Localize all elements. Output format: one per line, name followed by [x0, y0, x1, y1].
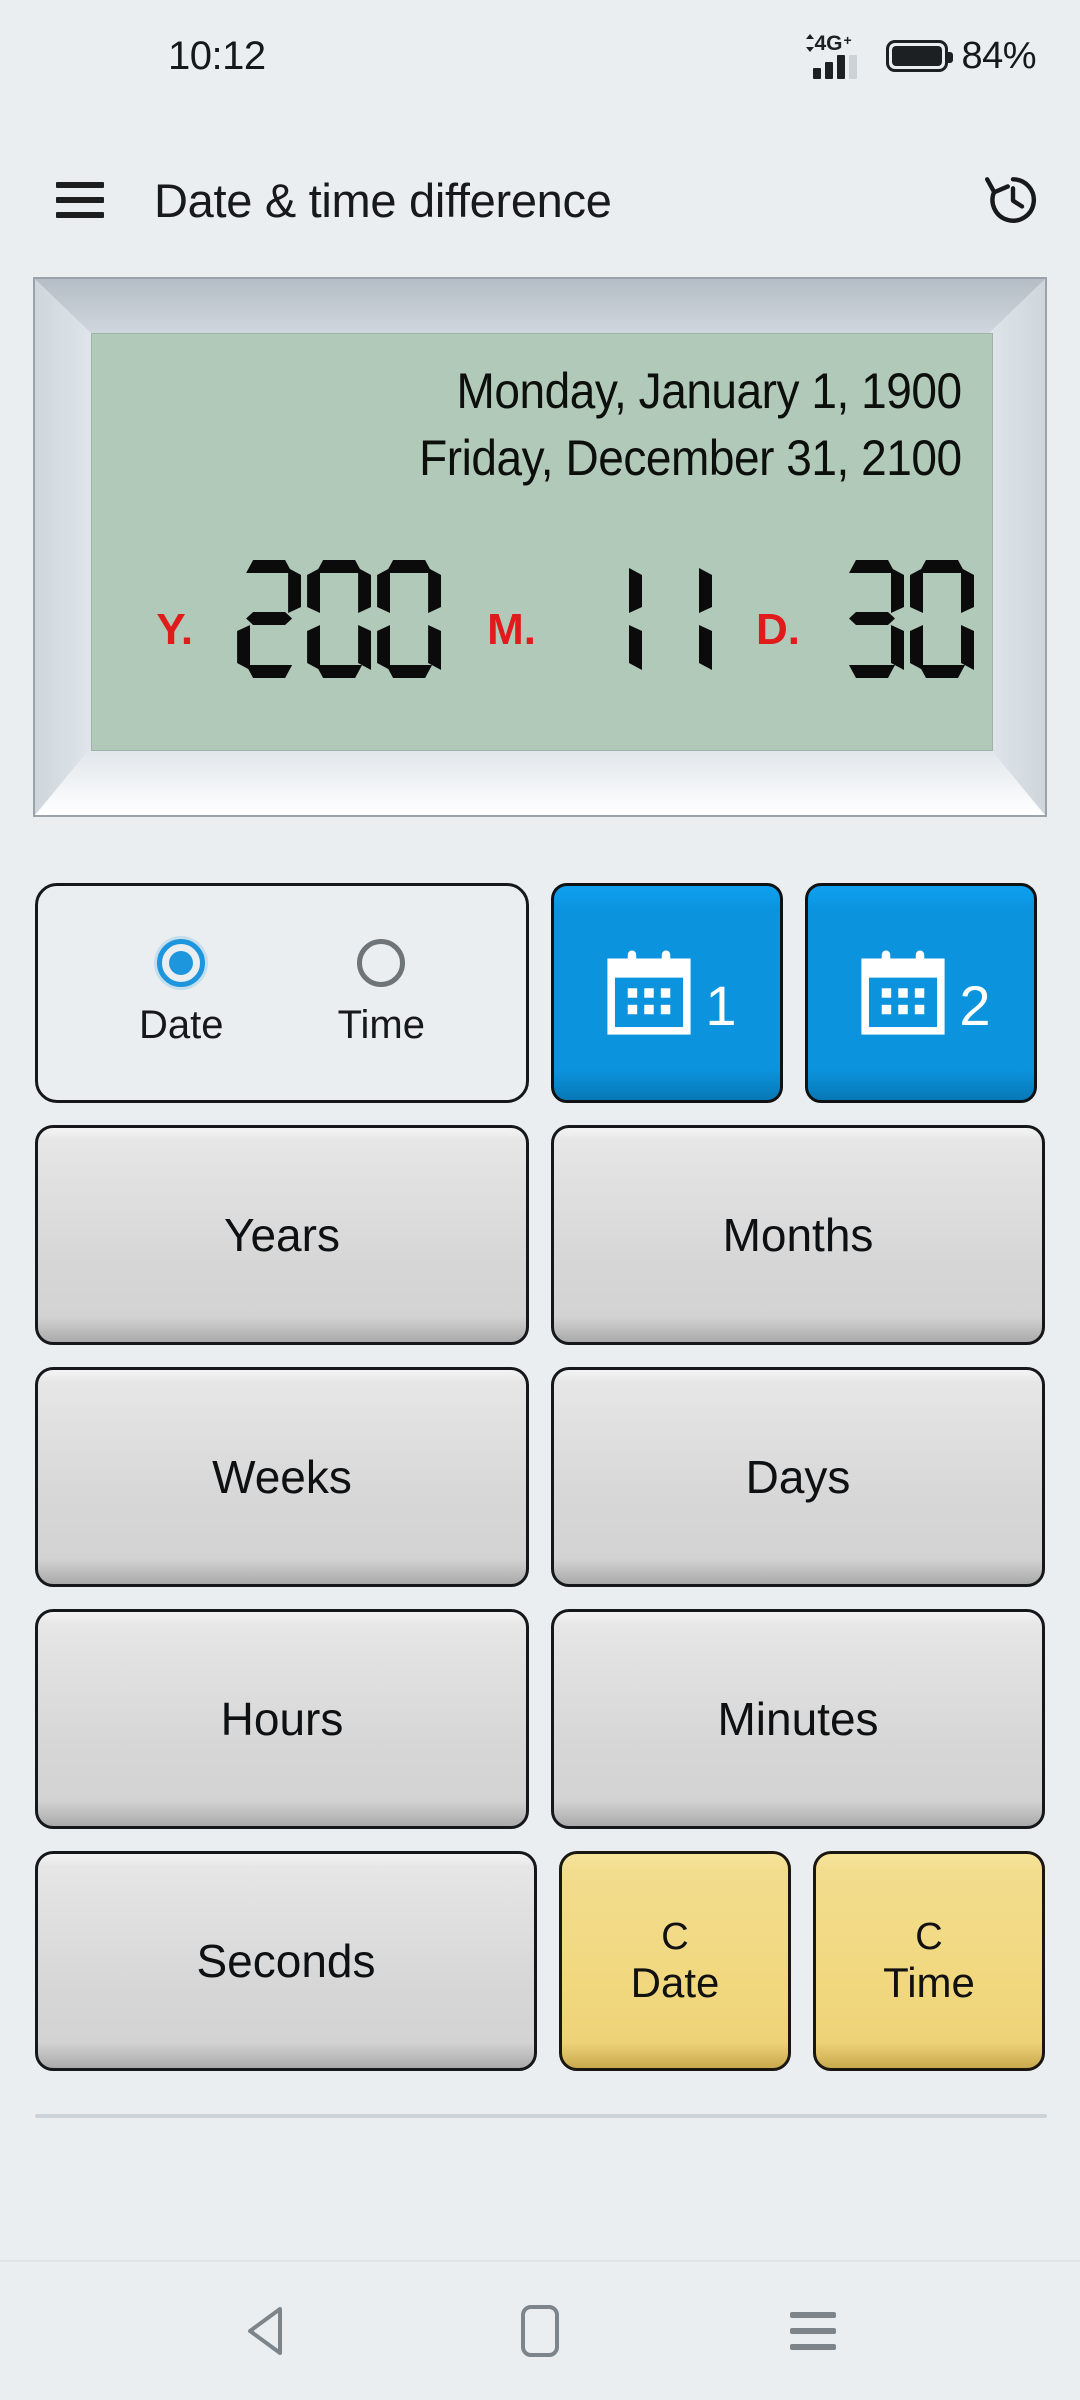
- mode-row: Date Time 1 2: [35, 883, 1045, 1103]
- months-unit-label: M.: [487, 605, 536, 654]
- seconds-button[interactable]: Seconds: [35, 1851, 537, 2071]
- unit-row-4: Seconds C Date C Time: [35, 1851, 1045, 2071]
- years-button[interactable]: Years: [35, 1125, 529, 1345]
- signal-bars-icon: 4G +: [805, 33, 873, 79]
- months-button[interactable]: Months: [551, 1125, 1045, 1345]
- status-bar: 10:12 4G + 84%: [0, 0, 1080, 112]
- clear-time-line1: C: [915, 1916, 943, 1959]
- lcd-display-panel: Monday, January 1, 1900 Friday, December…: [33, 277, 1047, 817]
- status-indicators: 4G + 84%: [805, 33, 1036, 79]
- seven-segment-digit: [910, 560, 974, 678]
- content-divider: [35, 2114, 1047, 2118]
- calendar-1-number: 1: [705, 974, 737, 1037]
- days-button[interactable]: Days: [551, 1367, 1045, 1587]
- start-date-text: Monday, January 1, 1900: [456, 363, 963, 419]
- unit-row-1: Years Months: [35, 1125, 1045, 1345]
- years-value: [237, 560, 441, 678]
- home-square-icon: [520, 2305, 559, 2357]
- radio-label-time: Time: [337, 1002, 425, 1047]
- battery-fill: [892, 46, 943, 66]
- battery-icon: [886, 40, 954, 72]
- calendar-icon: [861, 950, 946, 1035]
- days-value: [840, 560, 974, 678]
- recents-lines-icon: [790, 2312, 837, 2350]
- back-icon[interactable]: [222, 2286, 312, 2376]
- signal-strength-bars: [813, 54, 858, 79]
- date-range-readout: Monday, January 1, 1900 Friday, December…: [372, 363, 963, 486]
- radio-label-date: Date: [139, 1002, 224, 1047]
- hamburger-menu-icon[interactable]: [56, 182, 104, 218]
- radio-option-time[interactable]: Time: [337, 938, 425, 1048]
- unit-row-2: Weeks Days: [35, 1367, 1045, 1587]
- lcd-screen: Monday, January 1, 1900 Friday, December…: [91, 333, 993, 751]
- seven-segment-digit: [578, 560, 642, 678]
- clear-date-button[interactable]: C Date: [559, 1851, 791, 2071]
- clear-time-line2: Time: [883, 1958, 975, 2006]
- unit-row-3: Hours Minutes: [35, 1609, 1045, 1829]
- page-title: Date & time difference: [154, 173, 612, 227]
- app-header: Date & time difference: [0, 140, 1080, 260]
- minutes-button[interactable]: Minutes: [551, 1609, 1045, 1829]
- clear-time-button[interactable]: C Time: [813, 1851, 1045, 2071]
- home-icon[interactable]: [495, 2286, 585, 2376]
- seven-segment-digit: [840, 560, 904, 678]
- mode-selector[interactable]: Date Time: [35, 883, 529, 1103]
- calendar-1-button[interactable]: 1: [551, 883, 783, 1103]
- back-triangle-icon: [247, 2307, 282, 2355]
- hours-button[interactable]: Hours: [35, 1609, 529, 1829]
- calendar-icon: [607, 950, 692, 1035]
- seven-segment-digit: [237, 560, 301, 678]
- seven-segment-digit: [648, 560, 712, 678]
- years-unit-label: Y.: [156, 605, 194, 654]
- difference-readout: Y. M. D.: [92, 554, 974, 684]
- recents-icon[interactable]: [768, 2286, 858, 2376]
- control-grid: Date Time 1 2 Years Months Weeks Days Ho…: [35, 883, 1045, 2093]
- history-icon[interactable]: [982, 169, 1044, 231]
- days-unit-label: D.: [756, 605, 800, 654]
- seven-segment-digit: [307, 560, 371, 678]
- radio-option-date[interactable]: Date: [139, 938, 224, 1048]
- system-nav-bar: [0, 2260, 1080, 2400]
- clear-date-line2: Date: [630, 1958, 720, 2006]
- radio-dot-unselected[interactable]: [357, 938, 406, 987]
- seven-segment-digit: [377, 560, 441, 678]
- calendar-2-button[interactable]: 2: [805, 883, 1037, 1103]
- network-type-label: 4G +: [814, 32, 852, 55]
- weeks-button[interactable]: Weeks: [35, 1367, 529, 1587]
- months-value: [578, 560, 712, 678]
- calendar-2-number: 2: [959, 974, 991, 1037]
- status-time: 10:12: [168, 33, 266, 78]
- battery-percent-label: 84%: [961, 34, 1036, 77]
- clear-date-line1: C: [661, 1916, 689, 1959]
- end-date-text: Friday, December 31, 2100: [419, 430, 963, 486]
- radio-dot-selected[interactable]: [157, 938, 206, 987]
